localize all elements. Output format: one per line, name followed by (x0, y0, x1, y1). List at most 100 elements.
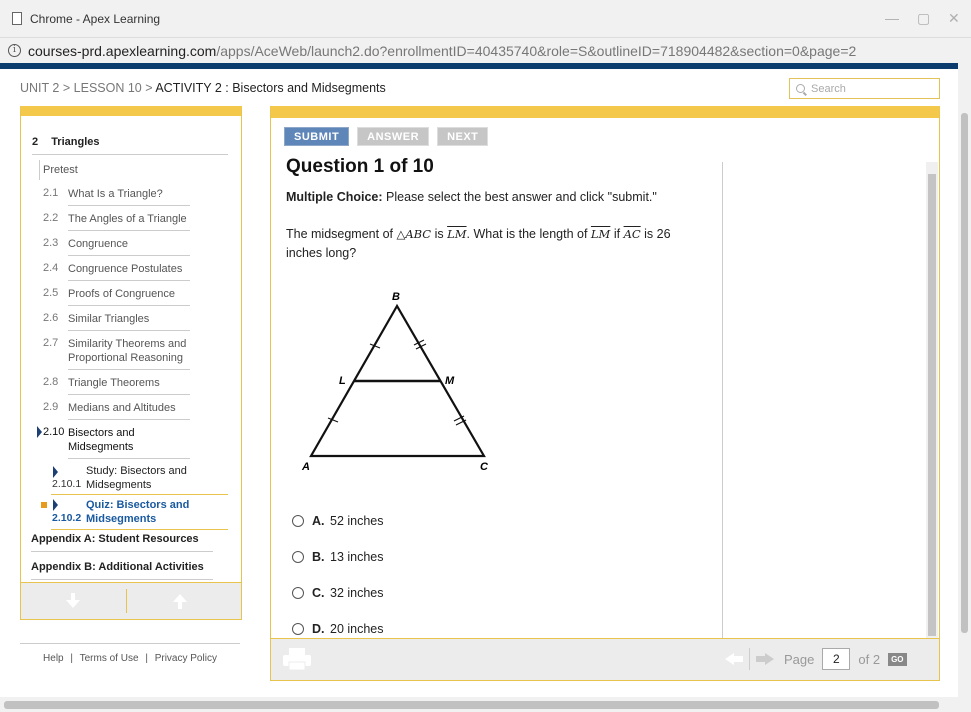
column-divider (722, 162, 723, 638)
document-icon (12, 12, 22, 25)
question-type: Multiple Choice: (286, 190, 383, 204)
breadcrumb-sep: > (62, 81, 71, 95)
privacy-link[interactable]: Privacy Policy (155, 653, 217, 664)
breadcrumb: UNIT 2 > LESSON 10 > ACTIVITY 2 : Bisect… (20, 81, 386, 95)
next-button[interactable]: NEXT (437, 127, 489, 146)
close-icon[interactable]: ✕ (948, 10, 960, 27)
minimize-icon[interactable]: — (885, 10, 899, 26)
choice-letter: D. (312, 622, 325, 636)
active-lesson-marker-icon (37, 426, 42, 438)
lesson-label: Congruence (68, 237, 190, 256)
vertex-label-a: A (301, 461, 310, 473)
activity-number: 2.10.1 (52, 478, 82, 490)
lesson-number: 2.6 (43, 312, 59, 324)
address-bar[interactable]: i courses-prd.apexlearning.com/apps/AceW… (0, 38, 971, 63)
instructions-text: Please select the best answer and click … (386, 190, 657, 204)
lesson-number: 2.8 (43, 376, 59, 388)
header-bar (0, 63, 958, 69)
printer-icon[interactable] (283, 647, 311, 671)
lesson-number: 2.5 (43, 287, 59, 299)
breadcrumb-activity: ACTIVITY 2 : Bisectors and Midsegments (155, 81, 386, 95)
nav-bar-divider (126, 589, 127, 613)
lesson-label: Proofs of Congruence (68, 287, 190, 306)
arrow-down-icon[interactable] (66, 593, 80, 609)
next-page-icon[interactable] (756, 653, 774, 665)
breadcrumb-sep: > (145, 81, 153, 95)
lesson-number: 2.9 (43, 401, 59, 413)
go-button[interactable]: GO (888, 652, 907, 666)
breadcrumb-lesson[interactable]: LESSON 10 (74, 81, 142, 95)
page-label: Page (784, 651, 815, 667)
scrollbar-thumb[interactable] (4, 701, 939, 709)
choice-text: 20 inches (330, 622, 384, 636)
lesson-label: Bisectors and Midsegments (68, 426, 190, 459)
choice-b[interactable]: B. 13 inches (292, 550, 384, 564)
unit-heading[interactable]: 2 Triangles (32, 136, 228, 155)
question-text: The midsegment of △ABC is LM. What is th… (286, 225, 701, 263)
activity-label: Quiz: Bisectors and Midsegments (86, 499, 190, 525)
lesson-label: Similarity Theorems and Proportional Rea… (68, 337, 190, 370)
appendix-a-link[interactable]: Appendix A: Student Resources (31, 533, 213, 552)
radio-button[interactable] (292, 623, 304, 635)
scrollbar-thumb[interactable] (928, 174, 936, 636)
lesson-number: 2.7 (43, 337, 59, 349)
help-link[interactable]: Help (43, 653, 64, 664)
lesson-label: Medians and Altitudes (68, 401, 190, 420)
choice-a[interactable]: A. 52 inches (292, 514, 384, 528)
lesson-label: The Angles of a Triangle (68, 212, 190, 231)
footer-sep: | (145, 653, 148, 664)
lesson-number: 2.4 (43, 262, 59, 274)
question-title: Question 1 of 10 (286, 156, 434, 177)
unit-title: Triangles (51, 136, 100, 148)
activity-label: Study: Bisectors and Midsegments (86, 465, 187, 491)
question-text-part: The midsegment of (286, 227, 393, 241)
lesson-label: What Is a Triangle? (68, 187, 190, 206)
search-input[interactable]: Search (789, 78, 940, 99)
outline-divider (39, 160, 40, 180)
terms-link[interactable]: Terms of Use (80, 653, 139, 664)
url-host: courses-prd.apexlearning.com (28, 42, 217, 59)
url-path: /apps/AceWeb/launch2.do?enrollmentID=404… (216, 42, 857, 59)
vertex-label-l: L (339, 375, 346, 387)
choice-letter: A. (312, 514, 325, 528)
footer-sep: | (70, 653, 74, 664)
info-icon[interactable]: i (8, 44, 21, 57)
choice-text: 52 inches (330, 514, 384, 528)
current-activity-bottom-line (51, 529, 228, 530)
panel-scrollbar[interactable] (926, 162, 938, 638)
appendix-b-link[interactable]: Appendix B: Additional Activities (31, 561, 213, 580)
question-panel: SUBMIT ANSWER NEXT Question 1 of 10 Mult… (270, 106, 940, 681)
breadcrumb-unit[interactable]: UNIT 2 (20, 81, 59, 95)
choice-letter: C. (312, 586, 325, 600)
radio-button[interactable] (292, 515, 304, 527)
maximize-icon[interactable]: ▢ (917, 10, 930, 27)
sub-activity-marker-icon (53, 499, 58, 511)
window-titlebar: Chrome - Apex Learning — ▢ ✕ (0, 0, 971, 38)
prev-page-icon[interactable] (725, 653, 743, 665)
pretest-link[interactable]: Pretest (43, 164, 78, 176)
page-number-input[interactable]: 2 (822, 648, 851, 670)
scrollbar-thumb[interactable] (961, 113, 968, 633)
question-text-part: if (613, 227, 621, 241)
course-outline: 2 Triangles Pretest 2.1 What Is a Triang… (20, 106, 242, 620)
search-icon (796, 84, 805, 93)
answer-button[interactable]: ANSWER (357, 127, 430, 146)
current-activity-top-line (51, 494, 228, 495)
choice-c[interactable]: C. 32 inches (292, 586, 384, 600)
arrow-up-icon[interactable] (173, 593, 187, 609)
pager: Page 2 of 2 GO (725, 648, 907, 670)
lesson-label: Congruence Postulates (68, 262, 190, 281)
question-text-part: is (434, 227, 444, 241)
radio-button[interactable] (292, 551, 304, 563)
radio-button[interactable] (292, 587, 304, 599)
choice-d[interactable]: D. 20 inches (292, 622, 384, 636)
lesson-number: 2.10 (43, 426, 65, 438)
activity-number: 2.10.2 (52, 512, 82, 524)
window-title: Chrome - Apex Learning (30, 11, 161, 26)
page-horizontal-scrollbar[interactable] (0, 697, 971, 712)
page-footer: Help | Terms of Use | Privacy Policy (20, 643, 240, 666)
lesson-number: 2.3 (43, 237, 59, 249)
page-vertical-scrollbar[interactable] (958, 63, 971, 697)
submit-button[interactable]: SUBMIT (284, 127, 350, 146)
choice-letter: B. (312, 550, 325, 564)
